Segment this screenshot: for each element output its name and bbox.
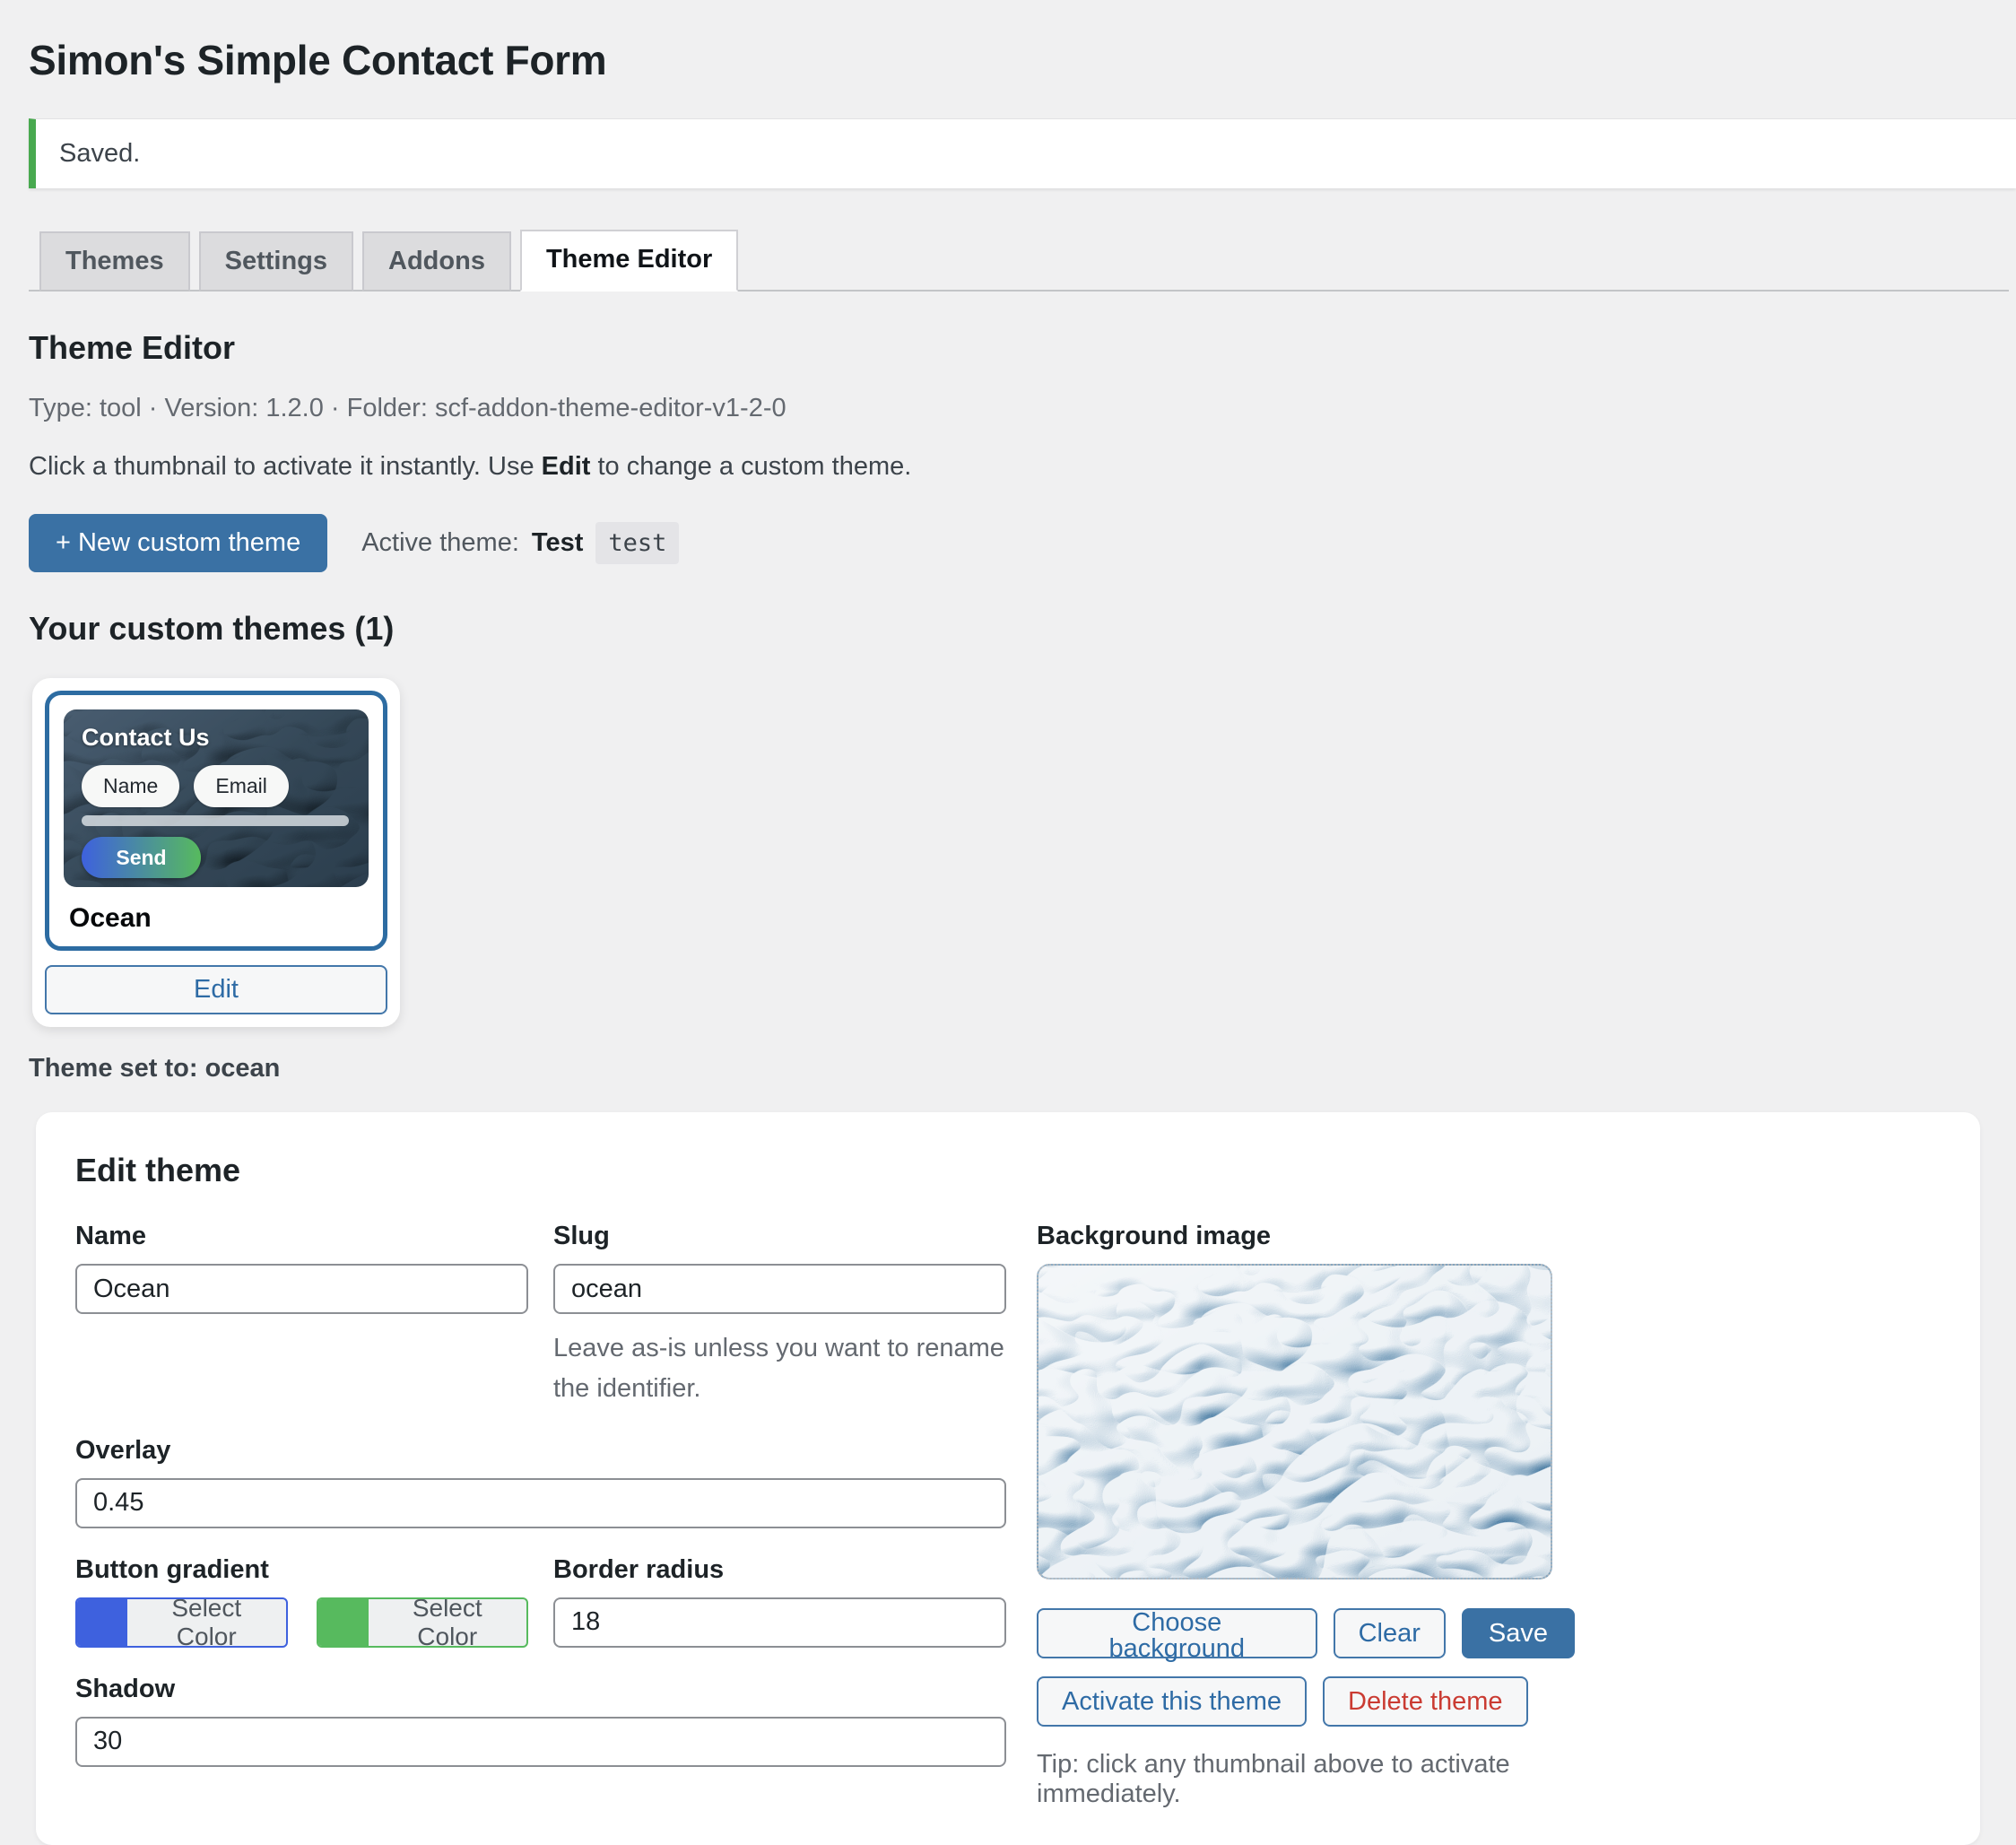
shadow-label: Shadow [75,1675,1006,1704]
color1-swatch [77,1599,127,1646]
theme-toolbar: + New custom theme Active theme: Test te… [29,514,1980,572]
tab-themes[interactable]: Themes [39,231,190,292]
overlay-label: Overlay [75,1436,1006,1466]
name-slug-row: Name Slug Leave as-is unless you want to… [75,1222,1006,1409]
preview-form-mock: Contact Us Name Email Send [64,709,369,887]
tab-theme-editor[interactable]: Theme Editor [520,230,738,292]
water-texture [1038,1266,1551,1578]
border-radius-group: Border radius [553,1555,1006,1648]
edit-theme-heading: Edit theme [75,1152,1941,1189]
edit-form-left-column: Name Slug Leave as-is unless you want to… [75,1222,1006,1809]
gradient-radius-row: Button gradient Select Color Select Colo… [75,1555,1006,1648]
settings-tab-bar: Themes Settings Addons Theme Editor [29,230,2009,292]
tab-settings[interactable]: Settings [199,231,353,292]
shadow-field-group: Shadow [75,1675,1006,1767]
gradient-pickers: Select Color Select Color [75,1597,528,1648]
theme-thumbnail-activate[interactable]: Contact Us Name Email Send Ocean [45,691,387,951]
background-image-label: Background image [1037,1222,1575,1251]
slug-field-group: Slug Leave as-is unless you want to rena… [553,1222,1006,1409]
theme-preview-thumbnail: Contact Us Name Email Send [64,709,369,887]
theme-card-ocean: Contact Us Name Email Send Ocean Edit [32,678,400,1027]
description-bold: Edit [542,452,591,481]
edit-theme-form: Name Slug Leave as-is unless you want to… [75,1222,1941,1809]
button-gradient-label: Button gradient [75,1555,528,1585]
color2-swatch [318,1599,369,1646]
preview-name-pill: Name [82,765,179,807]
clear-background-button[interactable]: Clear [1334,1608,1446,1658]
gradient-color2-picker[interactable]: Select Color [317,1597,529,1648]
color1-picker-label: Select Color [127,1599,286,1646]
preview-send-button: Send [82,837,201,878]
page-title: Simon's Simple Contact Form [29,36,1980,84]
active-theme-label: Active theme: [361,528,519,558]
tab-addons[interactable]: Addons [362,231,511,292]
theme-set-status: Theme set to: ocean [29,1054,1980,1084]
edit-form-right-column: Background image Choose background Clear… [1037,1222,1575,1809]
new-custom-theme-button[interactable]: + New custom theme [29,514,327,572]
slug-input[interactable] [553,1264,1006,1314]
slug-help-text: Leave as-is unless you want to rename th… [553,1328,1006,1409]
color2-picker-label: Select Color [369,1599,527,1646]
description-suffix: to change a custom theme. [590,452,911,481]
overlay-field-group: Overlay [75,1436,1006,1528]
gradient-color1-picker[interactable]: Select Color [75,1597,288,1648]
description-prefix: Click a thumbnail to activate it instant… [29,452,542,481]
theme-actions-row: Activate this theme Delete theme [1037,1676,1575,1727]
name-input[interactable] [75,1264,528,1314]
choose-background-button[interactable]: Choose background [1037,1608,1317,1658]
border-radius-input[interactable] [553,1597,1006,1648]
name-label: Name [75,1222,528,1251]
success-notice: Saved. [29,118,2016,188]
addon-heading: Theme Editor [29,329,1980,367]
edit-theme-button[interactable]: Edit [45,965,387,1014]
edit-theme-panel: Edit theme Name Slug Leave as-is unless … [36,1112,1980,1845]
theme-name-label: Ocean [69,903,365,934]
preview-field-pills: Name Email [82,765,289,807]
activate-theme-button[interactable]: Activate this theme [1037,1676,1307,1727]
delete-theme-button[interactable]: Delete theme [1323,1676,1528,1727]
background-actions-row: Choose background Clear Save [1037,1608,1575,1658]
notice-text: Saved. [59,139,140,168]
name-field-group: Name [75,1222,528,1409]
custom-themes-heading: Your custom themes (1) [29,610,1980,648]
preview-email-pill: Email [194,765,289,807]
border-radius-label: Border radius [553,1555,1006,1585]
preview-input-line [82,815,349,826]
plugin-settings-page: Simon's Simple Contact Form Saved. Theme… [0,0,2016,1845]
slug-label: Slug [553,1222,1006,1251]
overlay-input[interactable] [75,1478,1006,1528]
button-gradient-group: Button gradient Select Color Select Colo… [75,1555,528,1648]
shadow-input[interactable] [75,1717,1006,1767]
preview-form-title: Contact Us [82,724,210,752]
active-theme-slug-chip: test [595,522,679,564]
background-image-preview [1037,1264,1552,1580]
active-theme-name: Test [532,528,583,558]
addon-description: Click a thumbnail to activate it instant… [29,452,1980,482]
activation-tip: Tip: click any thumbnail above to activa… [1037,1750,1575,1809]
addon-meta: Type: tool · Version: 1.2.0 · Folder: sc… [29,394,1980,423]
active-theme-line: Active theme: Test test [361,522,679,564]
save-theme-button[interactable]: Save [1462,1608,1575,1658]
